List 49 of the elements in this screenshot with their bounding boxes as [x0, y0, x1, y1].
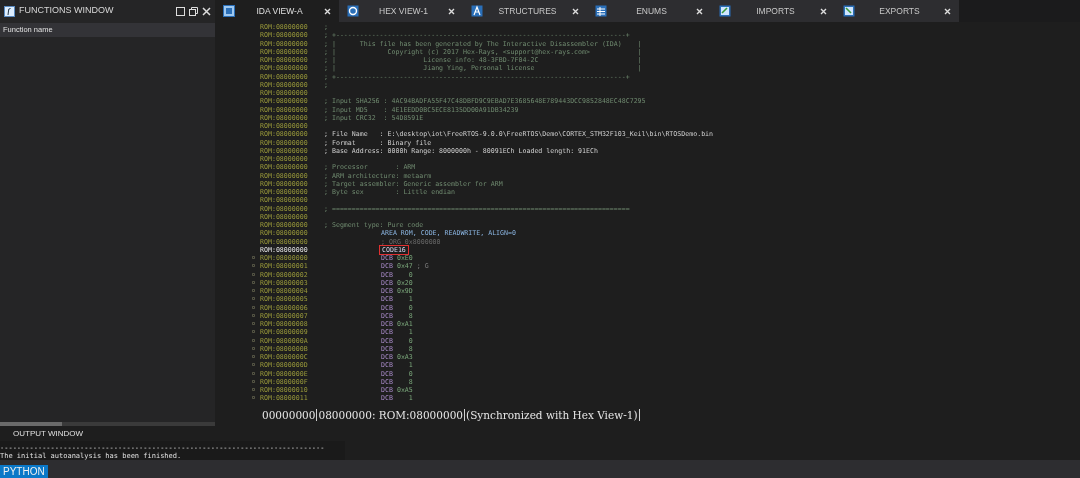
cursor-bar — [316, 409, 318, 421]
close-icon — [944, 7, 951, 15]
data-marker-icon — [252, 338, 255, 342]
close-icon — [324, 7, 331, 15]
panel-title: OUTPUT WINDOW — [12, 428, 85, 440]
data-marker-icon — [252, 379, 255, 383]
arrow-in-icon — [719, 5, 731, 17]
tab[interactable]: ENUMS — [587, 0, 711, 22]
table-icon — [595, 5, 607, 17]
data-marker-icon — [252, 313, 255, 317]
data-marker-icon — [252, 289, 255, 292]
data-marker-icon — [252, 322, 255, 325]
close-icon — [696, 7, 703, 15]
arrow-out-icon — [843, 5, 855, 17]
letter-icon — [471, 5, 483, 17]
status-text: 08000000: ROM:08000000 — [318, 408, 464, 422]
data-marker-icon — [252, 330, 255, 334]
data-marker-icon — [252, 346, 255, 350]
data-marker-icon — [252, 363, 255, 367]
restore-icon — [189, 6, 198, 16]
data-marker-icon — [252, 272, 255, 276]
status-text: (Synchronized with Hex View-1) — [466, 408, 638, 422]
data-marker-icon — [252, 280, 255, 284]
data-marker-icon — [252, 264, 255, 268]
data-marker-icon — [252, 256, 255, 259]
cursor-bar — [464, 409, 466, 421]
close-icon — [572, 7, 579, 15]
scrollbar-thumb[interactable] — [0, 422, 62, 426]
data-marker-icon — [252, 371, 255, 375]
tab[interactable]: IMPORTS — [711, 0, 835, 22]
tab[interactable]: HEX VIEW-1 — [339, 0, 463, 22]
data-marker-icon — [252, 297, 255, 301]
close-icon — [820, 7, 827, 15]
circle-icon — [347, 5, 359, 17]
listing-icon — [223, 5, 235, 17]
maximize-icon — [176, 6, 185, 16]
data-marker-icon — [252, 396, 255, 400]
cursor-bar — [638, 409, 640, 421]
panel-title: FUNCTIONS WINDOW — [19, 4, 115, 18]
data-marker-icon — [252, 388, 255, 391]
function-icon — [4, 5, 15, 17]
status-text: 00000000 — [262, 408, 316, 422]
data-marker-icon — [252, 305, 255, 309]
python-tab[interactable]: PYTHON — [0, 465, 48, 478]
tab[interactable]: EXPORTS — [835, 0, 959, 22]
close-icon — [448, 7, 455, 15]
tab[interactable]: STRUCTURES — [463, 0, 587, 22]
data-marker-icon — [252, 355, 255, 358]
close-icon — [202, 6, 211, 16]
